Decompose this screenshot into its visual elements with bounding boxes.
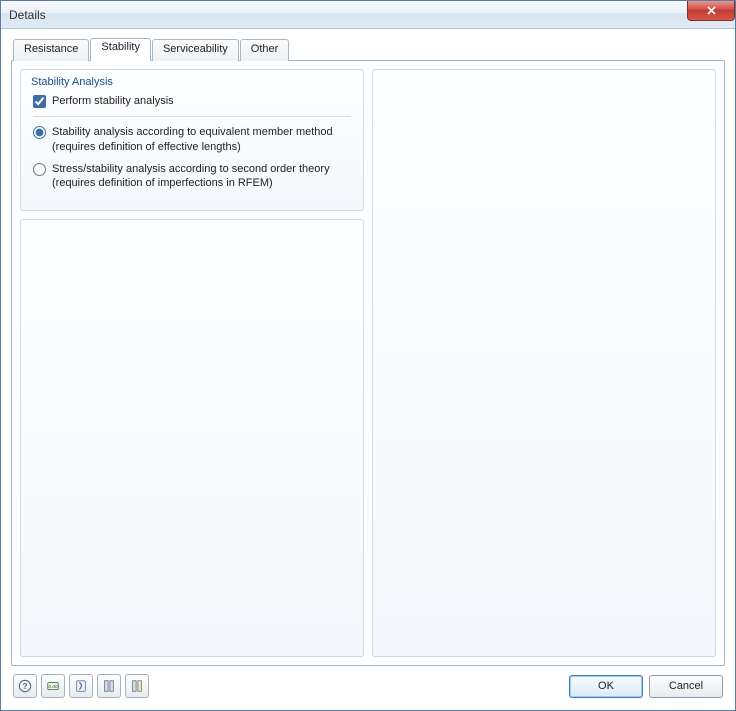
help-icon: ?: [18, 679, 32, 693]
units-button[interactable]: 0.00: [41, 674, 65, 698]
help-button[interactable]: ?: [13, 674, 37, 698]
columns-alt-icon: [130, 679, 144, 693]
group-body: Perform stability analysis Stability ana…: [21, 92, 363, 210]
titlebar: Details: [1, 1, 735, 29]
columns-button[interactable]: [97, 674, 121, 698]
cancel-button[interactable]: Cancel: [649, 675, 723, 698]
perform-label: Perform stability analysis: [52, 94, 174, 108]
radio-equivalent-row[interactable]: Stability analysis according to equivale…: [33, 125, 351, 154]
toolbar: ? 0.00: [13, 674, 149, 698]
close-icon: [706, 6, 717, 15]
perform-checkbox-row[interactable]: Perform stability analysis: [33, 94, 351, 108]
columns-alt-button[interactable]: [125, 674, 149, 698]
radio-equivalent[interactable]: [33, 126, 46, 139]
tab-stability[interactable]: Stability: [90, 38, 151, 61]
columns-icon: [102, 679, 116, 693]
radio-second-order-label: Stress/stability analysis according to s…: [52, 162, 330, 191]
window-title: Details: [9, 8, 46, 22]
tab-panel: Stability Analysis Perform stability ana…: [11, 60, 725, 666]
svg-text:?: ?: [23, 682, 28, 691]
bottom-left-panel: [20, 219, 364, 657]
units-icon: 0.00: [46, 679, 60, 693]
group-title: Stability Analysis: [21, 70, 363, 92]
tab-serviceability[interactable]: Serviceability: [152, 39, 239, 61]
svg-text:0.00: 0.00: [48, 684, 58, 690]
radio-second-order[interactable]: [33, 163, 46, 176]
ok-button[interactable]: OK: [569, 675, 643, 698]
tab-resistance[interactable]: Resistance: [13, 39, 89, 61]
tab-strip: Resistance Stability Serviceability Othe…: [11, 39, 725, 61]
nat-annex-icon: [74, 679, 88, 693]
divider: [33, 116, 351, 117]
perform-checkbox[interactable]: [33, 95, 46, 108]
client-area: Resistance Stability Serviceability Othe…: [1, 29, 735, 710]
right-panel: [372, 69, 716, 657]
close-button[interactable]: [687, 1, 735, 21]
stability-group: Stability Analysis Perform stability ana…: [20, 69, 364, 211]
nat-annex-button[interactable]: [69, 674, 93, 698]
dialog-window: Details Resistance Stability Serviceabil…: [0, 0, 736, 711]
radio-second-order-row[interactable]: Stress/stability analysis according to s…: [33, 162, 351, 191]
tab-other[interactable]: Other: [240, 39, 290, 61]
footer: ? 0.00: [11, 666, 725, 702]
radio-equivalent-label: Stability analysis according to equivale…: [52, 125, 333, 154]
